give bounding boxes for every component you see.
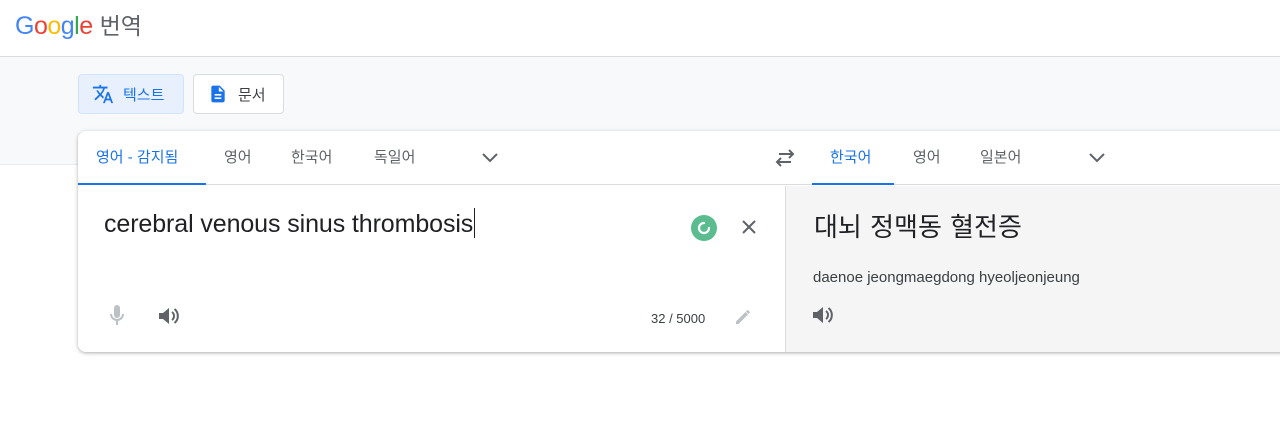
logo-letter: g: [60, 12, 75, 40]
product-name: 번역: [99, 14, 142, 40]
source-tab-english[interactable]: 영어: [206, 131, 270, 185]
source-text-input[interactable]: cerebral venous sinus thrombosis: [104, 208, 476, 239]
translation-card: 영어 - 감지됨 영어 한국어 독일어 한국어 영어 일본어 cerebral …: [78, 131, 1280, 352]
logo-letter: G: [15, 12, 34, 40]
speaker-icon: [813, 307, 833, 323]
close-icon: [742, 220, 756, 234]
source-tab-german[interactable]: 독일어: [356, 131, 433, 185]
loading-icon: [691, 215, 717, 241]
tab-label: 독일어: [374, 149, 416, 166]
mic-icon: [110, 305, 124, 325]
chevron-down-icon: [1089, 153, 1105, 163]
source-pane: cerebral venous sinus thrombosis 32 / 50…: [78, 186, 785, 352]
logo-letter: e: [79, 12, 93, 40]
google-logo: Google: [15, 12, 93, 41]
loading-indicator: [688, 212, 720, 244]
clear-text-button[interactable]: [734, 212, 764, 242]
source-text: cerebral venous sinus thrombosis: [104, 210, 474, 238]
target-pane: 대뇌 정맥동 혈전증 daenoe jeongmaegdong hyeoljeo…: [785, 186, 1280, 352]
chevron-down-icon: [482, 153, 498, 163]
tab-label: 한국어: [291, 149, 333, 166]
target-listen-button[interactable]: [808, 300, 838, 330]
text-mode-button[interactable]: 텍스트: [78, 74, 184, 114]
speaker-icon: [159, 308, 179, 324]
source-more-languages-button[interactable]: [476, 146, 504, 170]
tab-label: 한국어: [830, 149, 872, 166]
document-icon: [207, 83, 229, 105]
target-tab-english[interactable]: 영어: [895, 131, 959, 185]
text-caret: [474, 208, 476, 238]
tab-label: 일본어: [980, 149, 1022, 166]
logo-letter: o: [33, 12, 48, 40]
edit-button[interactable]: [730, 304, 756, 330]
document-mode-label: 문서: [238, 86, 266, 104]
tab-label: 영어 - 감지됨: [96, 149, 179, 166]
tab-label: 영어: [224, 149, 252, 166]
source-tab-korean[interactable]: 한국어: [273, 131, 350, 185]
document-mode-button[interactable]: 문서: [193, 74, 284, 114]
translate-icon: [92, 83, 114, 105]
voice-input-button[interactable]: [102, 301, 132, 331]
tab-label: 영어: [913, 149, 941, 166]
swap-languages-button[interactable]: [771, 146, 799, 170]
source-tab-detected[interactable]: 영어 - 감지됨: [78, 131, 206, 185]
top-bar: Google 번역: [0, 0, 1280, 57]
text-mode-label: 텍스트: [123, 86, 165, 104]
language-bar: 영어 - 감지됨 영어 한국어 독일어 한국어 영어 일본어: [78, 131, 1280, 185]
target-more-languages-button[interactable]: [1083, 146, 1111, 170]
translated-text: 대뇌 정맥동 혈전증: [814, 213, 1022, 243]
transliteration: daenoe jeongmaegdong hyeoljeonjeung: [813, 269, 1080, 286]
logo-letter: o: [47, 12, 61, 40]
target-tab-japanese[interactable]: 일본어: [962, 131, 1039, 185]
swap-icon: [775, 149, 795, 167]
character-counter: 32 / 5000: [651, 311, 706, 326]
pencil-icon: [736, 310, 750, 324]
google-translate-logo[interactable]: Google 번역: [15, 7, 142, 41]
target-tab-korean[interactable]: 한국어: [812, 131, 894, 185]
source-listen-button[interactable]: [154, 301, 184, 331]
